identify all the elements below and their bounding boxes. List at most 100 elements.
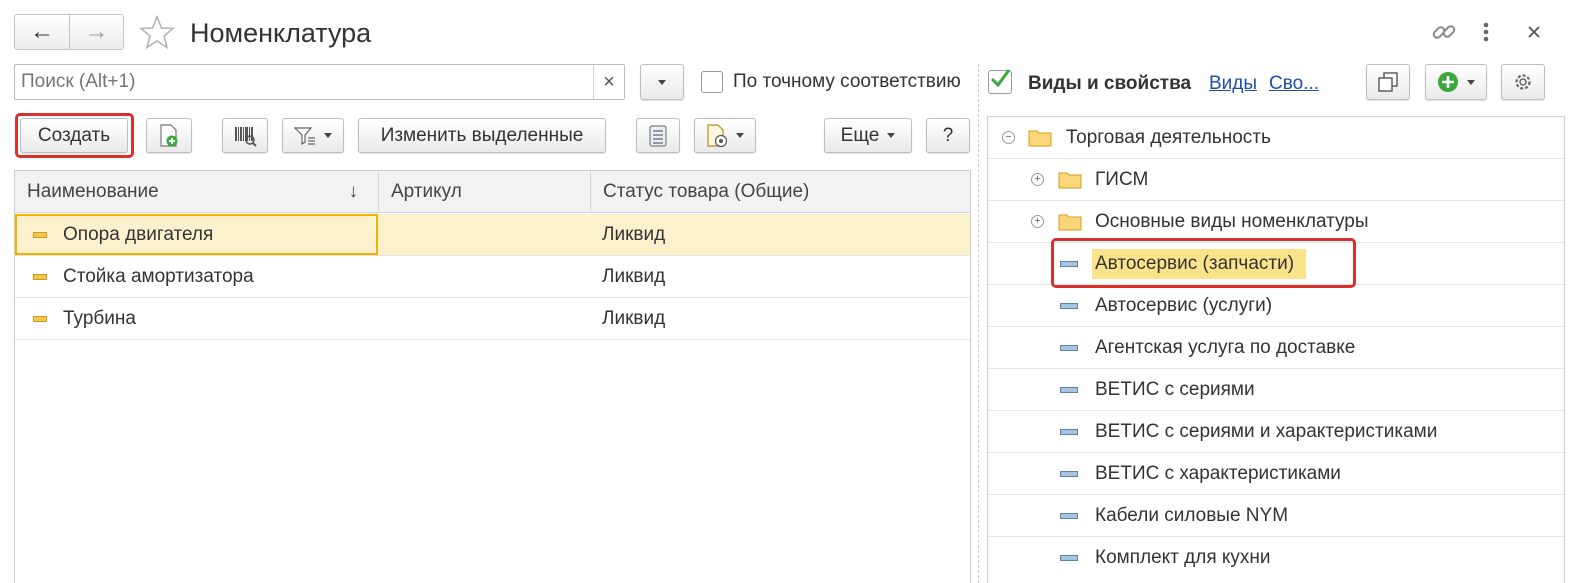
properties-link[interactable]: Сво... (1269, 66, 1319, 102)
create-group-button[interactable] (146, 118, 192, 153)
print-settings-button[interactable] (694, 118, 756, 153)
kind-icon (1060, 471, 1078, 477)
kinds-link[interactable]: Виды (1209, 66, 1257, 102)
kind-icon (1060, 387, 1078, 393)
column-header-name-label: Наименование (27, 181, 159, 202)
filter-icon (294, 126, 315, 145)
tree-item[interactable]: Агентская услуга по доставке (988, 327, 1564, 369)
search-clear-button[interactable]: × (593, 65, 624, 99)
edit-selected-label: Изменить выделенные (380, 124, 584, 146)
search-options-dropdown[interactable] (640, 64, 684, 100)
chevron-down-icon (658, 79, 666, 85)
exact-match-label: По точному соответствию (733, 71, 961, 92)
kinds-tree: − Торговая деятельность + ГИСМ + Основны… (987, 116, 1565, 583)
exact-match-checkbox[interactable] (701, 71, 723, 93)
more-vertical-icon[interactable] (1480, 18, 1492, 46)
cell-status: Ликвид (602, 266, 666, 287)
table-row[interactable]: Турбина Ликвид (15, 298, 970, 340)
column-header-status-label: Статус товара (Общие) (603, 181, 810, 202)
add-kind-button[interactable] (1425, 64, 1487, 100)
tree-item-label: ВЕТИС с сериями (1095, 379, 1255, 400)
tree-item-label: Кабели силовые NYM (1095, 505, 1289, 526)
chevron-down-icon (887, 133, 896, 138)
tree-node-group[interactable]: + ГИСМ (988, 159, 1564, 201)
expand-icon[interactable]: + (1031, 173, 1044, 186)
item-icon (33, 316, 47, 322)
link-icon[interactable] (1430, 18, 1458, 46)
column-header-status[interactable]: Статус товара (Общие) (591, 171, 970, 213)
folder-icon (1028, 130, 1052, 147)
create-callout-frame (15, 113, 134, 158)
search-input[interactable] (15, 65, 593, 99)
search-field: × (14, 64, 625, 100)
add-circle-icon (1438, 72, 1458, 92)
kind-icon (1060, 429, 1078, 435)
windows-button[interactable] (1366, 64, 1410, 100)
forward-button[interactable]: → (70, 15, 123, 49)
tree-node-label: Торговая деятельность (1066, 127, 1271, 148)
help-button-label: ? (942, 124, 954, 146)
favorite-star-icon[interactable] (138, 14, 176, 52)
item-icon (33, 274, 47, 280)
windows-icon (1378, 72, 1398, 92)
panel-settings-button[interactable] (1501, 64, 1545, 100)
help-button[interactable]: ? (926, 118, 970, 153)
list-view-button[interactable] (636, 118, 680, 153)
tree-item[interactable]: ВЕТИС с характеристиками (988, 453, 1564, 495)
arrow-left-icon: ← (30, 18, 54, 45)
tree-item-label: Комплект для кухни (1095, 547, 1271, 568)
table-row[interactable]: Опора двигателя Ликвид (15, 214, 970, 256)
kind-icon (1060, 555, 1078, 561)
edit-selected-button[interactable]: Изменить выделенные (358, 118, 606, 153)
document-settings-icon (707, 123, 728, 147)
folder-icon (1058, 214, 1082, 231)
kind-icon (1060, 303, 1078, 309)
item-icon (33, 232, 47, 238)
close-icon[interactable] (1522, 20, 1546, 44)
panel-splitter[interactable] (978, 64, 980, 583)
tree-item[interactable]: Комплект для кухни (988, 537, 1564, 579)
barcode-search-button[interactable] (222, 118, 268, 153)
nav-buttons: ← → (14, 14, 124, 50)
tree-item[interactable]: Автосервис (услуги) (988, 285, 1564, 327)
chevron-down-icon (324, 133, 332, 138)
filter-button[interactable] (282, 118, 344, 153)
column-header-article-label: Артикул (391, 181, 462, 202)
checkmark-icon (990, 69, 1011, 88)
new-document-icon (160, 123, 178, 147)
list-icon (649, 125, 667, 146)
cell-status: Ликвид (602, 224, 666, 245)
tree-item-label: Агентская услуга по доставке (1095, 337, 1356, 358)
tree-node-root[interactable]: − Торговая деятельность (988, 117, 1564, 159)
more-button-label: Еще (840, 124, 880, 146)
column-header-name[interactable]: Наименование ↓ (15, 171, 379, 213)
tree-item[interactable]: Кабели силовые NYM (988, 495, 1564, 537)
cell-status: Ликвид (602, 308, 666, 329)
nomenclature-table: Наименование ↓ Артикул Статус товара (Об… (14, 170, 971, 583)
folder-icon (1058, 172, 1082, 189)
kinds-panel-title: Виды и свойства (1028, 73, 1192, 94)
kind-icon (1060, 513, 1078, 519)
tree-node-label: Основные виды номенклатуры (1095, 211, 1369, 232)
expand-icon[interactable]: + (1031, 215, 1044, 228)
kinds-panel-checkbox[interactable] (988, 69, 1012, 94)
clear-icon: × (603, 70, 615, 93)
table-row[interactable]: Стойка амортизатора Ликвид (15, 256, 970, 298)
kind-icon (1060, 345, 1078, 351)
collapse-icon[interactable]: − (1002, 131, 1015, 144)
selected-kind-callout-frame (1051, 238, 1356, 288)
tree-node-label: ГИСМ (1095, 169, 1149, 190)
tree-item-label: ВЕТИС с сериями и характеристиками (1095, 421, 1438, 442)
tree-item[interactable]: ВЕТИС с сериями (988, 369, 1564, 411)
tree-item[interactable]: ВЕТИС с сериями и характеристиками (988, 411, 1564, 453)
more-button[interactable]: Еще (824, 118, 912, 153)
back-button[interactable]: ← (15, 15, 70, 49)
tree-item-label: ВЕТИС с характеристиками (1095, 463, 1341, 484)
tree-item-label: Автосервис (услуги) (1095, 295, 1273, 316)
sort-arrow-icon: ↓ (348, 181, 359, 202)
barcode-icon (235, 126, 257, 147)
tree-node-group[interactable]: + Основные виды номенклатуры (988, 201, 1564, 243)
cell-name: Стойка амортизатора (63, 266, 254, 287)
column-header-article[interactable]: Артикул (379, 171, 591, 213)
cell-name: Турбина (63, 308, 136, 329)
